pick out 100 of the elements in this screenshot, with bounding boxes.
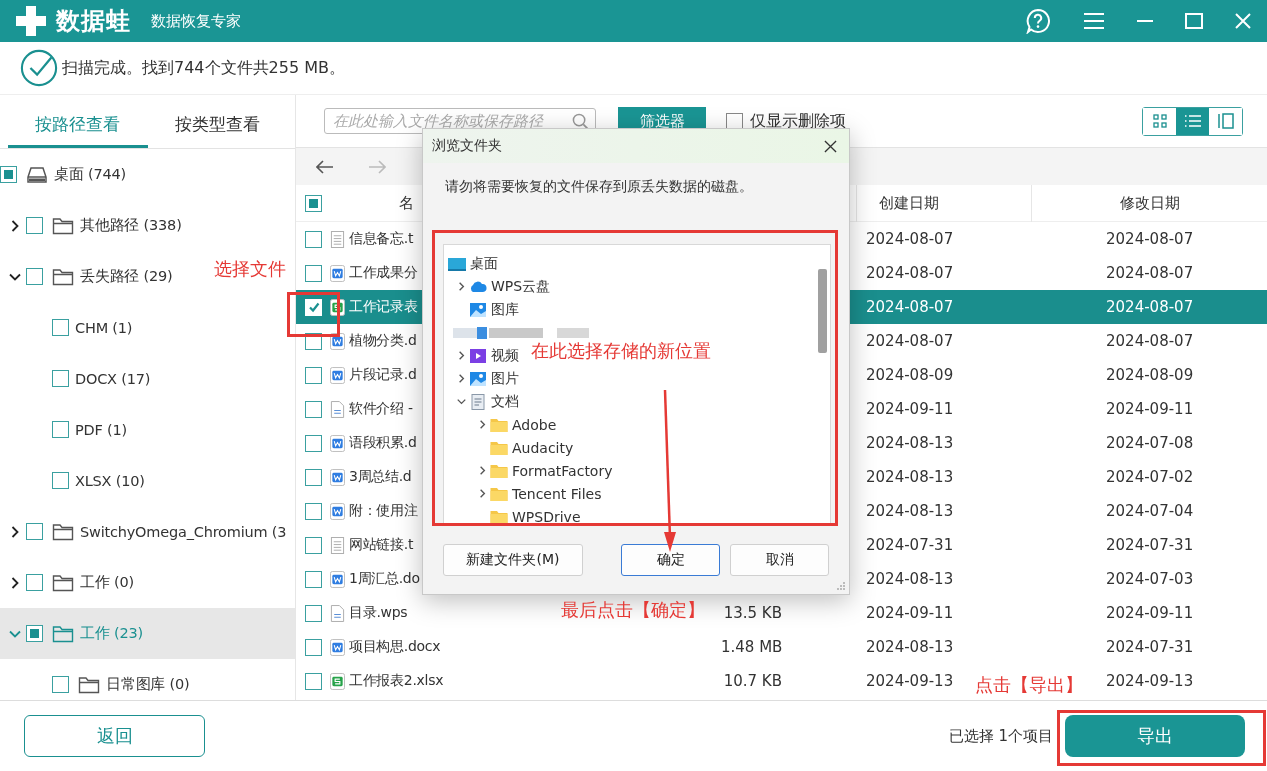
resize-grip-icon[interactable] [836, 581, 846, 591]
checkbox[interactable] [305, 502, 322, 520]
help-icon[interactable] [1025, 8, 1051, 34]
word-file-icon [330, 468, 345, 486]
list-view-icon[interactable] [1176, 107, 1209, 135]
tree-item[interactable]: DOCX (17) [0, 353, 155, 404]
file-name[interactable]: 网站链接.t [349, 536, 414, 554]
back-button[interactable]: 返回 [24, 715, 205, 757]
search-field[interactable]: 在此处输入文件名称或保存路径 [324, 108, 596, 134]
file-name[interactable]: 目录.wps [349, 604, 408, 622]
tree-item[interactable]: 桌面 (744) [0, 149, 130, 200]
checkbox[interactable] [52, 472, 69, 489]
checkbox[interactable] [305, 672, 322, 690]
column-header[interactable]: 创建日期 [856, 185, 1031, 222]
chevron-right-icon[interactable] [477, 466, 487, 475]
view-tab[interactable]: 按类型查看 [147, 95, 287, 148]
file-name[interactable]: 植物分类.d [349, 332, 417, 350]
folder-tree-item[interactable]: Adobe [444, 413, 561, 436]
cancel-button[interactable]: 取消 [730, 544, 829, 576]
created-date: 2024-08-13 [866, 570, 954, 588]
tree-label: 桌面 (744) [54, 165, 126, 184]
checkbox[interactable] [305, 570, 322, 588]
chevron-right-icon[interactable] [477, 489, 487, 498]
checkbox[interactable] [305, 366, 322, 384]
checkbox[interactable] [305, 400, 322, 418]
tree-label: 日常图库 (0) [106, 675, 190, 694]
checkbox[interactable] [0, 166, 17, 183]
folder-tree-item[interactable]: WPSDrive [444, 505, 585, 525]
chevron-right-icon[interactable] [9, 219, 21, 232]
chevron-right-icon[interactable] [456, 374, 466, 383]
file-name[interactable]: 语段积累.d [349, 434, 417, 452]
checkbox[interactable] [305, 638, 322, 656]
file-name[interactable]: 工作记录表 [349, 298, 418, 316]
checkbox[interactable] [26, 268, 43, 285]
checkbox[interactable] [52, 370, 69, 387]
checkbox[interactable] [305, 230, 322, 248]
close-icon[interactable] [824, 139, 837, 153]
folder-tree-item[interactable]: 图片 [444, 367, 523, 390]
maximize-icon[interactable] [1185, 13, 1203, 29]
file-name[interactable]: 工作成果分 [349, 264, 418, 282]
menu-icon[interactable] [1083, 12, 1105, 30]
file-name[interactable]: 1周汇总.do [349, 570, 420, 588]
view-tab[interactable]: 按路径查看 [8, 95, 148, 148]
scrollbar-thumb[interactable] [817, 269, 827, 353]
chevron-right-icon[interactable] [9, 525, 21, 538]
tree-item[interactable]: SwitchyOmega_Chromium (3 [0, 506, 291, 557]
checkbox[interactable] [26, 625, 43, 642]
folder-label: WPS云盘 [491, 277, 551, 296]
checkbox[interactable] [305, 536, 322, 554]
folder-tree-item[interactable]: 桌面 [444, 252, 502, 275]
file-name[interactable]: 片段记录.d [349, 366, 417, 384]
folder-tree-item[interactable]: WPS云盘 [444, 275, 555, 298]
tree-item[interactable]: PDF (1) [0, 404, 131, 455]
ok-button[interactable]: 确定 [621, 544, 720, 576]
selection-info: 已选择 1个项目 [948, 726, 1053, 746]
folder-tree-item[interactable]: 视频 [444, 344, 523, 367]
chevron-right-icon[interactable] [456, 351, 466, 360]
checkbox[interactable] [305, 195, 322, 212]
created-date: 2024-08-13 [866, 502, 954, 520]
checkbox[interactable] [26, 574, 43, 591]
folder-tree-item[interactable]: Tencent Files [444, 482, 606, 505]
checkbox[interactable] [305, 604, 322, 622]
checkbox[interactable] [52, 421, 69, 438]
created-date: 2024-09-11 [866, 400, 954, 418]
file-name[interactable]: 附：使用注 [349, 502, 418, 520]
modified-date: 2024-07-03 [1106, 570, 1194, 588]
chevron-down-icon[interactable] [456, 397, 466, 406]
back-arrow-icon[interactable] [316, 159, 334, 174]
tree-item[interactable]: 丢失路径 (29) [0, 251, 177, 302]
checkbox[interactable] [52, 319, 69, 336]
file-name[interactable]: 项目构思.docx [349, 638, 441, 656]
tree-item[interactable]: 工作 (0) [0, 557, 138, 608]
export-button[interactable]: 导出 [1065, 715, 1245, 757]
checkbox[interactable] [52, 676, 69, 693]
column-header[interactable]: 修改日期 [1031, 185, 1267, 222]
folder-tree-item[interactable]: FormatFactory [444, 459, 617, 482]
tree-item[interactable]: XLSX (10) [0, 455, 149, 506]
folder-tree-item[interactable]: 文档 [444, 390, 523, 413]
chevron-right-icon[interactable] [456, 282, 466, 291]
folder-tree-item[interactable]: Audacity [444, 436, 578, 459]
file-name[interactable]: 3周总结.d [349, 468, 412, 486]
checkbox[interactable] [305, 434, 322, 452]
file-name[interactable]: 软件介绍 - [349, 400, 413, 418]
checkbox[interactable] [26, 523, 43, 540]
checkbox[interactable] [305, 468, 322, 486]
tree-item[interactable]: 其他路径 (338) [0, 200, 186, 251]
chevron-right-icon[interactable] [9, 576, 21, 589]
forward-arrow-icon[interactable] [368, 159, 386, 174]
new-folder-button[interactable]: 新建文件夹(M) [443, 544, 583, 576]
checkbox[interactable] [305, 264, 322, 282]
minimize-icon[interactable] [1137, 19, 1153, 23]
folder-tree-item[interactable]: 图库 [444, 298, 523, 321]
file-name[interactable]: 信息备忘.t [349, 230, 414, 248]
chevron-right-icon[interactable] [477, 420, 487, 429]
folder-icon [52, 573, 74, 592]
tree-item[interactable]: CHM (1) [0, 302, 137, 353]
checkbox[interactable] [26, 217, 43, 234]
file-name[interactable]: 工作报表2.xlsx [349, 672, 444, 690]
tree-item[interactable]: 日常图库 (0) [0, 659, 194, 700]
search-icon[interactable] [572, 112, 589, 130]
